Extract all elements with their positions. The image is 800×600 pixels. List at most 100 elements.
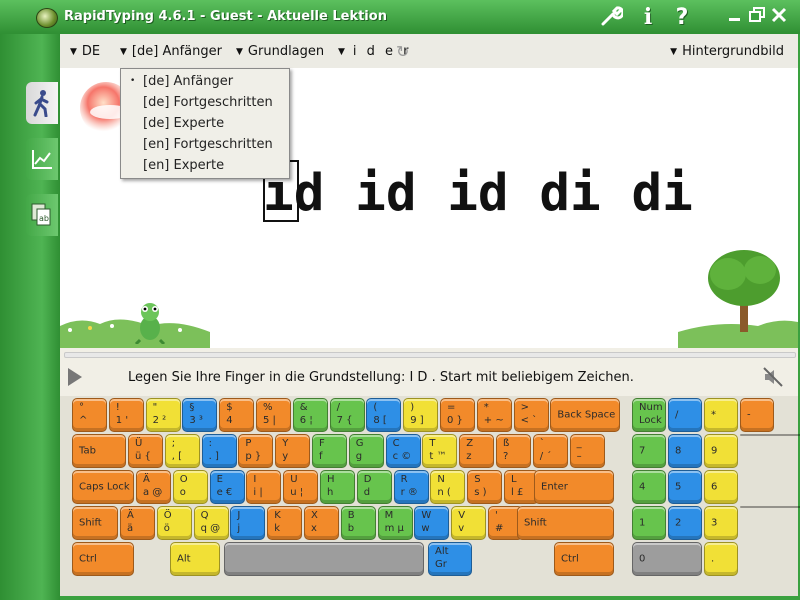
key[interactable]: Bb — [340, 506, 376, 540]
key[interactable]: 4 — [632, 470, 666, 504]
key[interactable]: Ää — [120, 506, 155, 540]
key[interactable]: 1 — [632, 506, 666, 540]
key[interactable]: Yy — [275, 434, 311, 468]
key[interactable]: Shift — [72, 506, 118, 540]
key[interactable]: :. ] — [201, 434, 237, 468]
key[interactable]: 6 — [704, 470, 738, 504]
key[interactable]: 8 — [668, 434, 702, 468]
key[interactable]: ;, [ — [164, 434, 200, 468]
key[interactable]: _ – — [569, 434, 605, 468]
key[interactable]: Uu ¦ — [283, 470, 319, 504]
sidebar-editor-button[interactable]: ab — [26, 194, 58, 236]
key[interactable]: Hh — [320, 470, 355, 504]
key[interactable]: 5 — [668, 470, 702, 504]
documents-icon: ab — [31, 203, 51, 226]
key[interactable]: Alt Gr — [428, 542, 472, 576]
dropdown-arrow-icon: ▼ — [338, 47, 348, 57]
runner-icon — [33, 90, 49, 117]
key[interactable]: Ctrl — [554, 542, 614, 576]
key[interactable]: Rr ® — [393, 470, 429, 504]
sound-muted-icon[interactable] — [762, 366, 784, 388]
course-menu-item[interactable]: • [de] Anfänger — [121, 71, 289, 92]
key[interactable]: ` / ´ — [532, 434, 568, 468]
key[interactable]: Zz — [459, 434, 495, 468]
key[interactable]: Üü { — [128, 434, 163, 468]
course-menu-item[interactable]: [en] Fortgeschritten — [121, 134, 289, 155]
key[interactable]: Shift — [517, 506, 614, 540]
key[interactable]: Ii | — [246, 470, 282, 504]
main-panel: ▼ DE ▼ [de] Anfänger ▼ Grundlagen ▼ i d e r … — [60, 34, 800, 596]
refresh-icon[interactable]: ↻ — [396, 42, 414, 61]
key[interactable]: > < ` — [513, 398, 549, 432]
key[interactable]: Ww — [414, 506, 450, 540]
key[interactable]: % 5 | — [256, 398, 291, 432]
key[interactable]: (8 [ — [366, 398, 402, 432]
play-icon[interactable] — [68, 368, 82, 386]
key[interactable]: Ff — [312, 434, 347, 468]
key[interactable]: Xx — [304, 506, 339, 540]
key[interactable]: Äa @ — [136, 470, 171, 504]
dropdown-arrow-icon: ▼ — [70, 47, 77, 57]
key[interactable]: Tab — [72, 434, 126, 468]
key[interactable]: " 2 ² — [145, 398, 181, 432]
key[interactable]: ) 9 ] — [403, 398, 439, 432]
restore-button[interactable] — [748, 6, 766, 24]
sidebar-lesson-button[interactable] — [26, 82, 58, 124]
key[interactable]: Oo — [172, 470, 208, 504]
key[interactable]: Nn ( — [430, 470, 466, 504]
key[interactable]: * + ~ — [476, 398, 512, 432]
key[interactable]: $4 — [219, 398, 255, 432]
key[interactable]: = 0 } — [440, 398, 475, 432]
course-menu-item[interactable]: [de] Fortgeschritten — [121, 92, 289, 113]
key[interactable]: Kk — [267, 506, 303, 540]
key[interactable]: Öö — [156, 506, 192, 540]
course-dropdown[interactable]: ▼ [de] Anfänger — [120, 44, 222, 59]
key[interactable]: Enter — [534, 470, 614, 504]
key[interactable]: § 3 ³ — [182, 398, 218, 432]
close-button[interactable] — [770, 6, 788, 24]
key[interactable] — [224, 542, 424, 576]
key[interactable]: /7 { — [329, 398, 365, 432]
key[interactable]: - — [740, 398, 774, 432]
key[interactable]: Back Space — [550, 398, 621, 432]
key[interactable]: . — [704, 542, 738, 576]
key[interactable]: Dd — [356, 470, 392, 504]
key[interactable]: Qq @ — [193, 506, 229, 540]
sidebar-statistics-button[interactable] — [26, 138, 58, 180]
key[interactable]: 9 — [704, 434, 738, 468]
key[interactable]: ß? — [496, 434, 531, 468]
language-dropdown[interactable]: ▼ DE — [70, 44, 100, 59]
key[interactable]: Caps Lock — [72, 470, 134, 504]
minimize-button[interactable] — [726, 6, 744, 24]
key[interactable]: Gg — [348, 434, 384, 468]
key[interactable]: / — [668, 398, 702, 432]
key[interactable]: Pp } — [238, 434, 274, 468]
key[interactable]: ! 1 ' — [108, 398, 144, 432]
key[interactable]: 2 — [668, 506, 702, 540]
key[interactable]: 3 — [704, 506, 738, 540]
key[interactable]: Cc © — [385, 434, 421, 468]
key[interactable]: Tt ™ — [422, 434, 458, 468]
background-dropdown[interactable]: ▼ Hintergrundbild — [670, 44, 784, 59]
info-icon[interactable]: i — [638, 4, 658, 30]
key[interactable]: Mm µ — [377, 506, 413, 540]
key[interactable]: + — [740, 434, 800, 436]
key[interactable]: Alt — [170, 542, 220, 576]
key[interactable]: Vv — [451, 506, 487, 540]
key[interactable]: & 6 ¦ — [292, 398, 328, 432]
lesson-dropdown[interactable]: ▼ Grundlagen — [236, 44, 324, 59]
key[interactable]: Ss ) — [467, 470, 503, 504]
help-icon[interactable]: ? — [670, 4, 694, 30]
key[interactable]: * — [704, 398, 738, 432]
key[interactable]: Enter — [740, 506, 800, 508]
key[interactable]: Jj — [230, 506, 266, 540]
key[interactable]: Ctrl — [72, 542, 134, 576]
key[interactable]: Ee € — [209, 470, 245, 504]
key[interactable]: ° ^ — [72, 398, 107, 432]
settings-wrench-icon[interactable] — [598, 4, 624, 30]
key[interactable]: Num Lock — [632, 398, 666, 432]
course-menu-item[interactable]: [de] Experte — [121, 113, 289, 134]
key[interactable]: 7 — [632, 434, 666, 468]
course-menu-item[interactable]: [en] Experte — [121, 155, 289, 176]
key[interactable]: 0 — [632, 542, 702, 576]
